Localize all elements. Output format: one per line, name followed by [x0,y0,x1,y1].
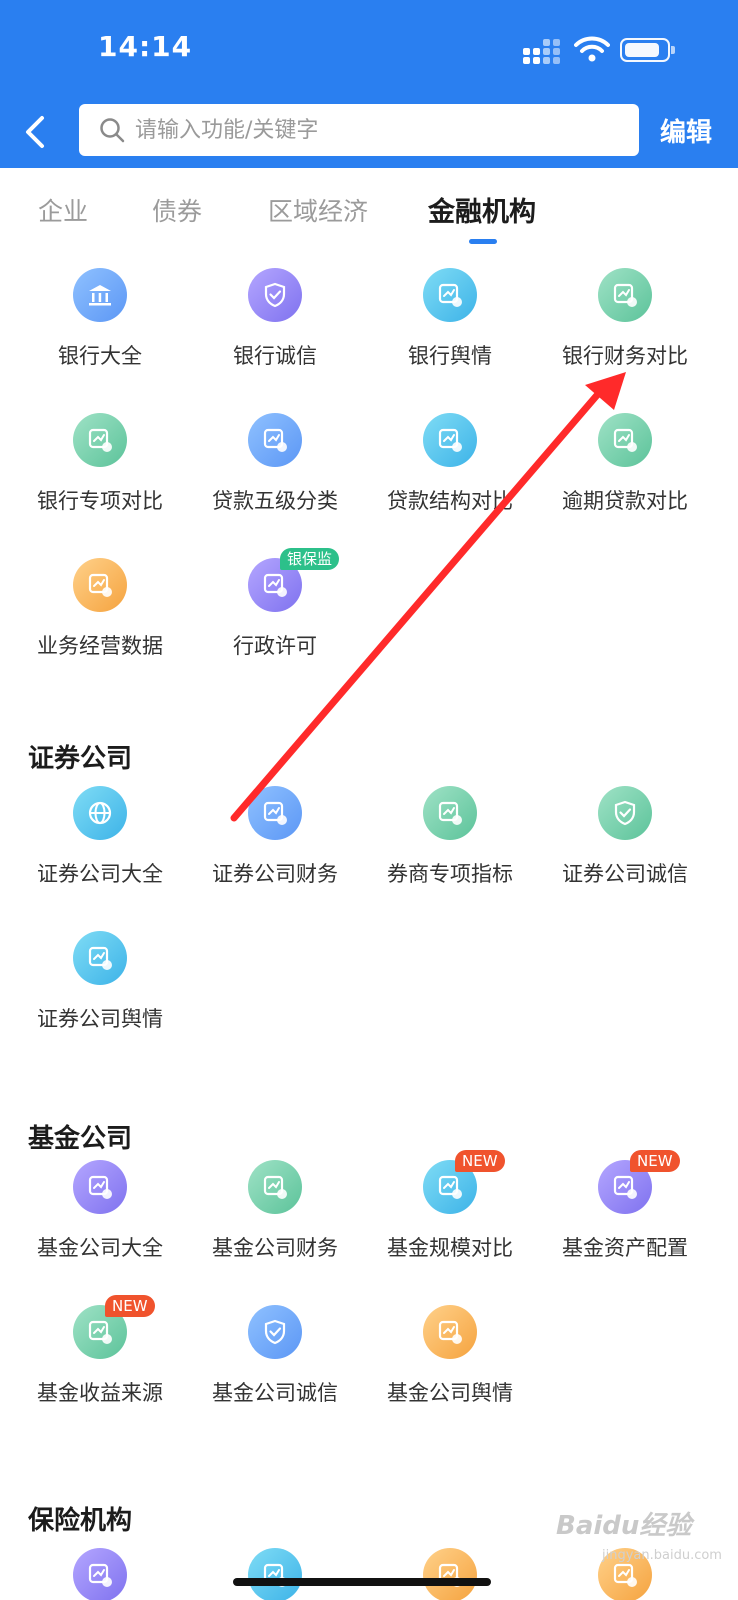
broker-indicator-icon [423,786,477,840]
business-data-icon [73,558,127,612]
function-item-label: 证券公司舆情 [37,1007,163,1031]
funds-section-title: 基金公司 [28,1124,133,1154]
loan-structure-icon [423,413,477,467]
top-bar: 14:14 编辑 [0,0,738,168]
function-item[interactable]: 基金收益来源 NEW [11,1295,189,1435]
function-item-label: 基金资产配置 [562,1236,688,1260]
fund-finance-icon [248,1160,302,1214]
function-item[interactable]: 基金资产配置 NEW [536,1150,714,1290]
function-item[interactable]: 基金规模对比 NEW [361,1150,539,1290]
battery-icon [620,38,675,62]
new-badge: NEW [630,1150,680,1172]
fund-shield-icon [248,1305,302,1359]
active-tab-indicator [469,239,497,244]
wifi-icon [574,36,610,62]
function-item[interactable] [11,1548,189,1600]
function-item-label: 银行舆情 [408,344,492,368]
function-item-label: 贷款结构对比 [387,489,513,513]
securities-finance-icon [248,786,302,840]
function-item[interactable]: 证券公司舆情 [11,931,189,1061]
function-item-label: 贷款五级分类 [212,489,338,513]
tab-financial-institutions[interactable]: 金融机构 [428,190,536,229]
function-item[interactable]: 银行财务对比 [536,268,714,398]
function-item[interactable]: 逾期贷款对比 [536,413,714,543]
insurance-list-icon [423,1548,477,1600]
securities-section-title: 证券公司 [28,744,133,774]
insurance-section-title: 保险机构 [28,1506,133,1536]
watermark-url: jingyan.baidu.com [602,1548,722,1563]
function-item-label: 基金公司舆情 [387,1381,513,1405]
watermark: Baidu经验 [556,1511,692,1541]
function-item[interactable]: 证券公司大全 [11,786,189,916]
function-item[interactable]: 基金公司诚信 [186,1305,364,1435]
loan-list-icon [248,413,302,467]
securities-sentiment-icon [73,931,127,985]
fund-building-icon [73,1160,127,1214]
function-item-label: 基金规模对比 [387,1236,513,1260]
bank-sentiment-icon [423,268,477,322]
function-item[interactable] [361,1548,539,1600]
regulator-badge: 银保监 [280,548,340,570]
function-item[interactable]: 业务经营数据 [11,558,189,688]
function-item-label: 逾期贷款对比 [562,489,688,513]
function-item[interactable]: 基金公司大全 [11,1160,189,1290]
function-item-label: 基金公司财务 [212,1236,338,1260]
function-item[interactable]: 行政许可 银保监 [186,548,364,688]
search-input[interactable] [135,104,625,156]
bank-chart-icon [73,413,127,467]
function-item[interactable] [186,1548,364,1600]
function-item-label: 行政许可 [233,634,317,658]
function-item[interactable]: 基金公司财务 [186,1160,364,1290]
cellular-signal-icon [523,38,563,64]
tab-bonds[interactable]: 债券 [152,192,202,228]
category-tabs: 企业 债券 区域经济 金融机构 [0,168,738,248]
overdue-loan-icon [598,413,652,467]
function-item-label: 银行专项对比 [37,489,163,513]
bank-shield-icon [248,268,302,322]
function-item[interactable]: 贷款结构对比 [361,413,539,543]
bank-compare-icon [598,268,652,322]
insurance-building-icon [73,1548,127,1600]
function-item-label: 银行诚信 [233,344,317,368]
globe-icon [73,786,127,840]
function-item-label: 银行大全 [58,344,142,368]
function-item-label: 证券公司诚信 [562,862,688,886]
function-item[interactable]: 贷款五级分类 [186,413,364,543]
function-item[interactable]: 银行专项对比 [11,413,189,543]
function-item-label: 基金收益来源 [37,1381,163,1405]
function-item[interactable]: 证券公司财务 [186,786,364,916]
securities-shield-icon [598,786,652,840]
back-icon[interactable] [20,112,50,152]
function-item[interactable]: 基金公司舆情 [361,1305,539,1435]
tab-enterprise[interactable]: 企业 [38,192,88,228]
function-item-label: 基金公司大全 [37,1236,163,1260]
function-item[interactable]: 银行大全 [11,268,189,398]
fund-sentiment-icon [423,1305,477,1359]
function-item[interactable]: 券商专项指标 [361,786,539,916]
insurance-chart-icon [248,1548,302,1600]
tab-regional-economy[interactable]: 区域经济 [268,192,368,228]
function-item[interactable]: 银行舆情 [361,268,539,398]
function-item-label: 券商专项指标 [387,862,513,886]
new-badge: NEW [455,1150,505,1172]
function-item-label: 业务经营数据 [37,634,163,658]
home-indicator [233,1578,491,1586]
search-icon [100,118,125,143]
bank-building-icon [73,268,127,322]
function-item-label: 基金公司诚信 [212,1381,338,1405]
new-badge: NEW [105,1295,155,1317]
function-item-label: 证券公司财务 [212,862,338,886]
function-item[interactable]: 银行诚信 [186,268,364,398]
function-item-label: 证券公司大全 [37,862,163,886]
function-item-label: 银行财务对比 [562,344,688,368]
search-bar[interactable] [79,104,639,156]
edit-button[interactable]: 编辑 [660,112,712,149]
function-item[interactable]: 证券公司诚信 [536,786,714,916]
status-time: 14:14 [98,30,193,63]
